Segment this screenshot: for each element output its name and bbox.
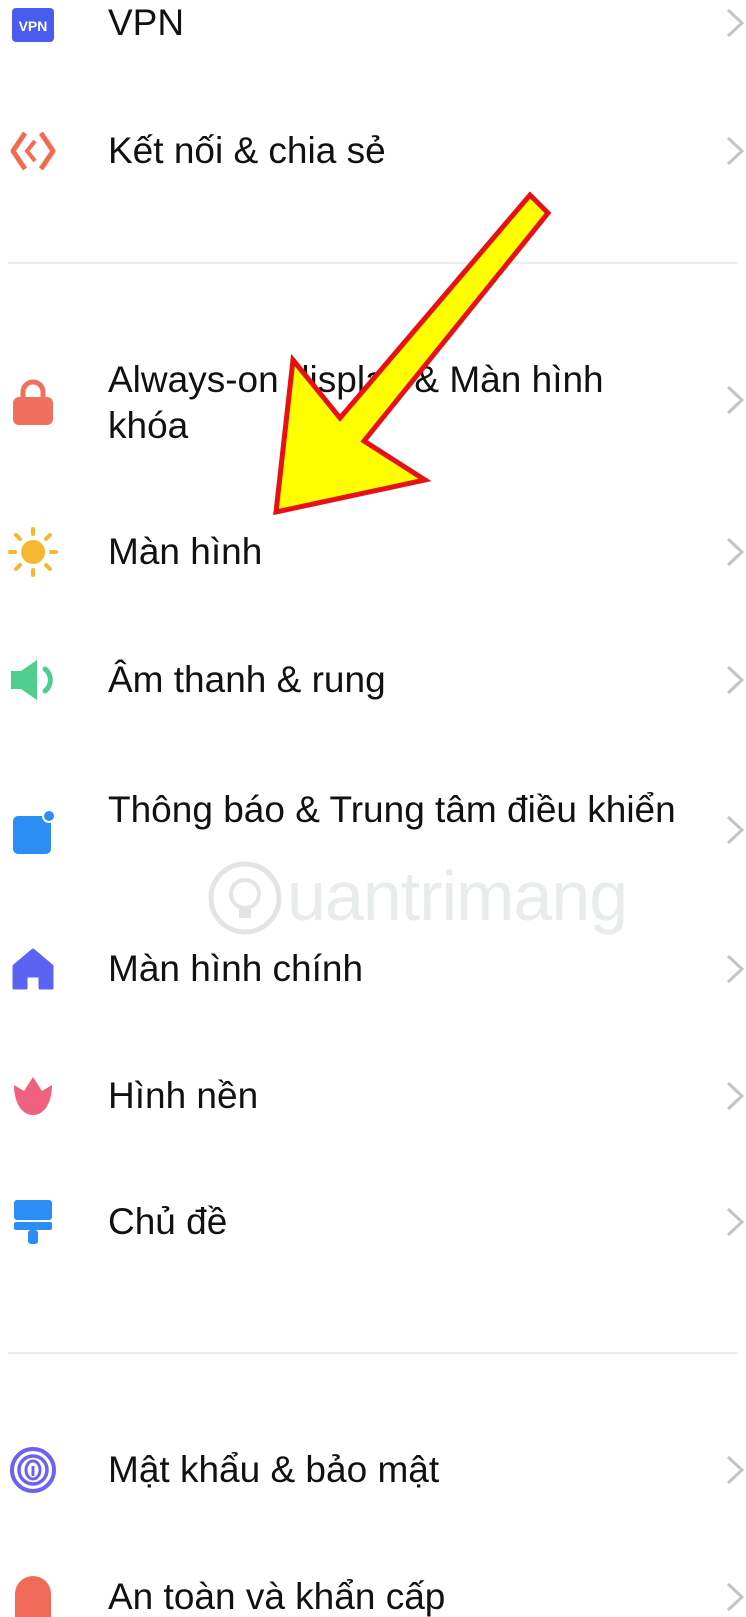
settings-item-theme[interactable]: Chủ đề	[0, 1195, 746, 1255]
notification-icon	[8, 807, 58, 857]
chevron-right-icon	[726, 385, 745, 415]
emergency-icon	[8, 1572, 58, 1617]
chevron-right-icon	[726, 815, 745, 845]
chevron-right-icon	[726, 537, 745, 567]
chevron-right-icon	[726, 954, 745, 984]
section-divider	[8, 262, 738, 264]
chevron-right-icon	[726, 136, 745, 166]
chevron-right-icon	[726, 1455, 745, 1485]
chevron-right-icon	[726, 1081, 745, 1111]
home-icon	[8, 944, 58, 994]
settings-item-label: Màn hình	[108, 531, 263, 572]
settings-item-label: Màn hình chính	[108, 948, 364, 989]
settings-item-wallpaper[interactable]: Hình nền	[0, 1069, 746, 1129]
section-divider	[8, 1352, 738, 1354]
fingerprint-icon	[8, 1445, 58, 1495]
settings-item-vpn[interactable]: VPN VPN	[0, 0, 746, 60]
vpn-badge-text: VPN	[19, 18, 48, 34]
speaker-icon	[8, 655, 58, 705]
vpn-icon: VPN	[8, 0, 58, 50]
connection-share-icon	[8, 126, 58, 176]
settings-item-label: Thông báo & Trung tâm điều khiển	[108, 789, 676, 830]
settings-item-display[interactable]: Màn hình	[0, 525, 746, 585]
chevron-right-icon	[726, 1207, 745, 1237]
settings-item-label: Kết nối & chia sẻ	[108, 130, 386, 171]
settings-item-label: Âm thanh & rung	[108, 659, 386, 700]
lock-icon	[8, 377, 58, 427]
sun-icon	[8, 527, 58, 577]
settings-item-password-security[interactable]: Mật khẩu & bảo mật	[0, 1443, 746, 1503]
settings-item-label: Hình nền	[108, 1075, 259, 1116]
settings-item-label: An toàn và khẩn cấp	[108, 1576, 446, 1617]
settings-item-home-screen[interactable]: Màn hình chính	[0, 942, 746, 1002]
brush-icon	[8, 1197, 58, 1247]
settings-item-label: Chủ đề	[108, 1201, 228, 1242]
flower-icon	[8, 1071, 58, 1121]
settings-item-notifications[interactable]: Thông báo & Trung tâm điều khiển	[0, 785, 746, 885]
settings-item-label: VPN	[108, 2, 185, 43]
settings-item-always-on-display[interactable]: Always-on display & Màn hình khóa	[0, 355, 746, 455]
settings-item-safety-emergency[interactable]: An toàn và khẩn cấp	[0, 1572, 746, 1617]
settings-item-sound-vibration[interactable]: Âm thanh & rung	[0, 653, 746, 713]
chevron-right-icon	[726, 1582, 745, 1612]
chevron-right-icon	[726, 8, 745, 38]
settings-item-connection-sharing[interactable]: Kết nối & chia sẻ	[0, 122, 746, 182]
settings-item-label: Mật khẩu & bảo mật	[108, 1449, 440, 1490]
settings-item-label: Always-on display & Màn hình khóa	[108, 359, 604, 446]
chevron-right-icon	[726, 665, 745, 695]
